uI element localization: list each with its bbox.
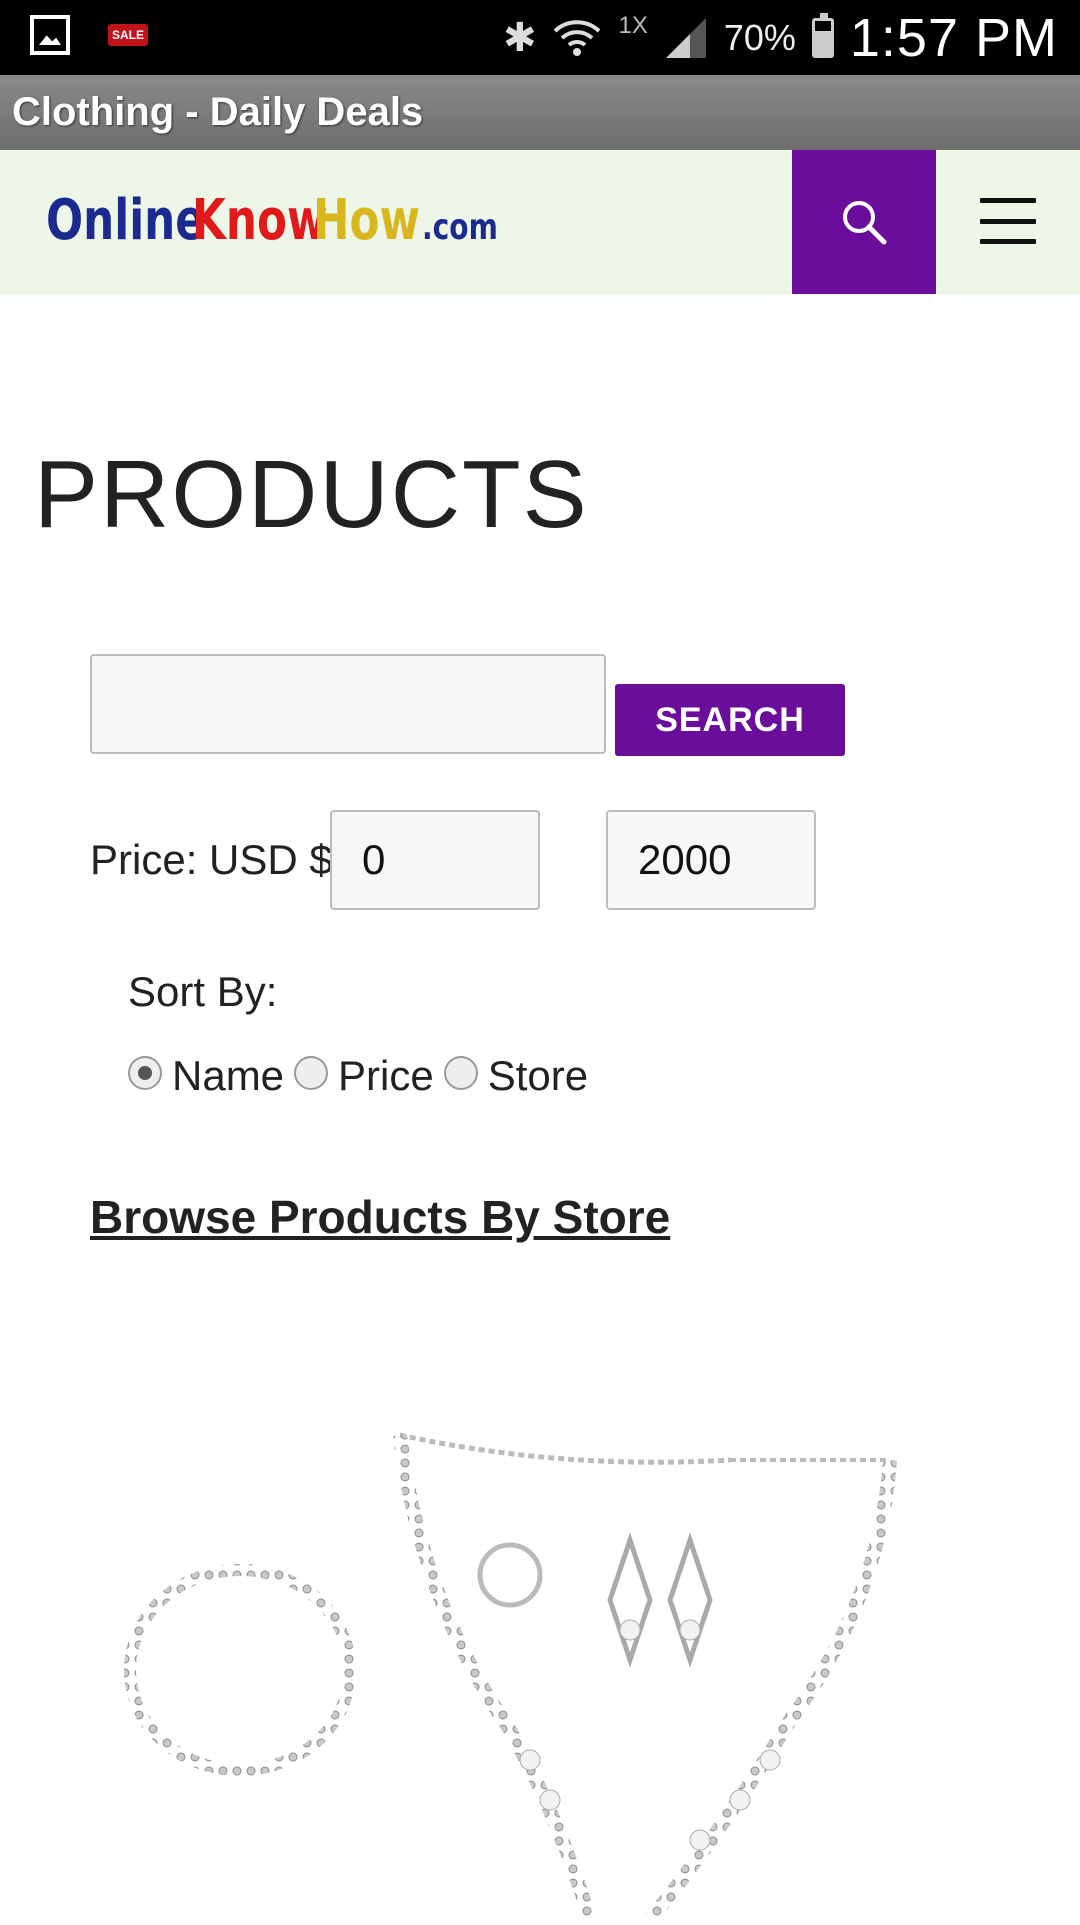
logo-text-how: How [313,188,421,253]
sort-store-label[interactable]: Store [488,1052,588,1100]
price-label: Price: USD $ [90,836,333,883]
wifi-icon [552,17,602,59]
sort-name-label[interactable]: Name [172,1052,284,1100]
notification-icons: SALE [30,15,148,55]
battery-percent: 70% [723,17,796,58]
search-button[interactable]: SEARCH [615,684,845,756]
sort-by-label: Sort By: [128,968,278,1015]
menu-bar [980,198,1036,203]
sort-store-radio[interactable] [443,1056,478,1090]
network-type: 1X [618,12,648,39]
logo-text-com: .com [422,207,499,248]
app-title: Clothing - Daily Deals [12,90,424,134]
product-image[interactable] [90,1400,950,1925]
price-max-input[interactable]: 2000 [606,810,816,910]
site-header: Online Know How .com [0,150,1080,294]
gallery-icon [30,15,70,55]
site-logo[interactable]: Online Know How .com [46,188,520,253]
menu-bar [980,218,1036,224]
system-status: ✱ 1X 70% 1:57 PM [503,6,1058,70]
product-search-input[interactable] [90,654,606,754]
price-min-input[interactable]: 0 [330,810,540,910]
bluetooth-icon: ✱ [502,16,537,60]
header-search-button[interactable] [792,150,936,294]
app-title-bar: Clothing - Daily Deals [0,75,1080,151]
sort-name-radio[interactable] [128,1056,162,1090]
page-title: PRODUCTS [34,441,589,548]
menu-bar [980,239,1036,244]
signal-icon [664,16,708,60]
status-bar: SALE ✱ 1X 70% 1:57 PM [0,0,1080,75]
clock: 1:57 PM [849,8,1058,68]
sale-icon: SALE [108,24,148,46]
hamburger-menu-icon[interactable] [980,198,1036,244]
browse-by-store-link[interactable]: Browse Products By Store [90,1190,670,1244]
logo-text-online: Online [46,188,205,253]
sort-price-label[interactable]: Price [338,1052,434,1100]
logo-text-know: Know [191,188,328,253]
search-icon [843,201,887,245]
battery-icon [811,13,834,58]
sort-options: Name Price Store [128,1052,598,1100]
sort-price-radio[interactable] [294,1056,329,1090]
